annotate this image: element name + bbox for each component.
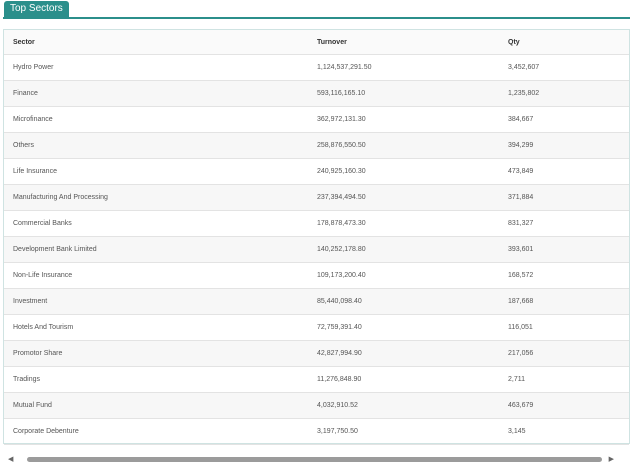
turnover-cell: 109,173,200.40 bbox=[308, 262, 499, 289]
table-row: Development Bank Limited 140,252,178.80 … bbox=[4, 236, 629, 263]
table-row: Microfinance 362,972,131.30 384,667 bbox=[4, 106, 629, 133]
qty-cell: 187,668 bbox=[499, 288, 629, 315]
table-row: Non-Life Insurance 109,173,200.40 168,57… bbox=[4, 262, 629, 289]
table-row: Commercial Banks 178,878,473.30 831,327 bbox=[4, 210, 629, 237]
qty-cell: 168,572 bbox=[499, 262, 629, 289]
sector-cell: Finance bbox=[4, 80, 308, 107]
turnover-cell: 3,197,750.50 bbox=[308, 418, 499, 445]
sector-cell: Microfinance bbox=[4, 106, 308, 133]
table-row: Corporate Debenture 3,197,750.50 3,145 bbox=[4, 418, 629, 445]
table-row: Investment 85,440,098.40 187,668 bbox=[4, 288, 629, 315]
tab-top-sectors[interactable]: Top Sectors bbox=[4, 1, 69, 17]
turnover-cell: 11,276,848.90 bbox=[308, 366, 499, 393]
turnover-cell: 140,252,178.80 bbox=[308, 236, 499, 263]
qty-cell: 371,884 bbox=[499, 184, 629, 211]
table-row: Mutual Fund 4,032,910.52 463,679 bbox=[4, 392, 629, 419]
turnover-cell: 178,878,473.30 bbox=[308, 210, 499, 237]
table-row: Hotels And Tourism 72,759,391.40 116,051 bbox=[4, 314, 629, 341]
turnover-cell: 258,876,550.50 bbox=[308, 132, 499, 159]
table-header-row: Sector Turnover Qty bbox=[4, 30, 629, 55]
sector-cell: Hydro Power bbox=[4, 54, 308, 81]
column-header-turnover[interactable]: Turnover bbox=[308, 30, 499, 55]
qty-cell: 3,452,607 bbox=[499, 54, 629, 81]
qty-cell: 1,235,802 bbox=[499, 80, 629, 107]
table-row: Others 258,876,550.50 394,299 bbox=[4, 132, 629, 159]
table-row: Life Insurance 240,925,160.30 473,849 bbox=[4, 158, 629, 185]
sector-cell: Investment bbox=[4, 288, 308, 315]
qty-cell: 394,299 bbox=[499, 132, 629, 159]
column-header-qty[interactable]: Qty bbox=[499, 30, 629, 55]
table-row: Manufacturing And Processing 237,394,494… bbox=[4, 184, 629, 211]
turnover-cell: 593,116,165.10 bbox=[308, 80, 499, 107]
turnover-cell: 1,124,537,291.50 bbox=[308, 54, 499, 81]
sectors-table: Sector Turnover Qty Hydro Power 1,124,53… bbox=[4, 30, 629, 445]
qty-cell: 384,667 bbox=[499, 106, 629, 133]
table-row: Tradings 11,276,848.90 2,711 bbox=[4, 366, 629, 393]
sector-cell: Corporate Debenture bbox=[4, 418, 308, 445]
column-header-sector[interactable]: Sector bbox=[4, 30, 308, 55]
qty-cell: 2,711 bbox=[499, 366, 629, 393]
sector-cell: Tradings bbox=[4, 366, 308, 393]
qty-cell: 3,145 bbox=[499, 418, 629, 445]
top-sectors-panel: Sector Turnover Qty Hydro Power 1,124,53… bbox=[3, 29, 630, 445]
qty-cell: 116,051 bbox=[499, 314, 629, 341]
sector-cell: Development Bank Limited bbox=[4, 236, 308, 263]
sector-cell: Others bbox=[4, 132, 308, 159]
tab-bar: Top Sectors bbox=[3, 0, 630, 19]
scrollbar-thumb[interactable] bbox=[27, 457, 602, 462]
qty-cell: 831,327 bbox=[499, 210, 629, 237]
sector-cell: Manufacturing And Processing bbox=[4, 184, 308, 211]
table-row: Promotor Share 42,827,994.90 217,056 bbox=[4, 340, 629, 367]
table-row: Hydro Power 1,124,537,291.50 3,452,607 bbox=[4, 54, 629, 81]
horizontal-scrollbar[interactable]: ◀ ▶ bbox=[3, 454, 628, 463]
turnover-cell: 362,972,131.30 bbox=[308, 106, 499, 133]
turnover-cell: 237,394,494.50 bbox=[308, 184, 499, 211]
table-row: Finance 593,116,165.10 1,235,802 bbox=[4, 80, 629, 107]
turnover-cell: 240,925,160.30 bbox=[308, 158, 499, 185]
sector-cell: Non-Life Insurance bbox=[4, 262, 308, 289]
sector-cell: Mutual Fund bbox=[4, 392, 308, 419]
qty-cell: 217,056 bbox=[499, 340, 629, 367]
sector-cell: Life Insurance bbox=[4, 158, 308, 185]
qty-cell: 393,601 bbox=[499, 236, 629, 263]
turnover-cell: 4,032,910.52 bbox=[308, 392, 499, 419]
qty-cell: 473,849 bbox=[499, 158, 629, 185]
turnover-cell: 85,440,098.40 bbox=[308, 288, 499, 315]
qty-cell: 463,679 bbox=[499, 392, 629, 419]
sector-cell: Hotels And Tourism bbox=[4, 314, 308, 341]
sector-cell: Promotor Share bbox=[4, 340, 308, 367]
sector-cell: Commercial Banks bbox=[4, 210, 308, 237]
turnover-cell: 42,827,994.90 bbox=[308, 340, 499, 367]
turnover-cell: 72,759,391.40 bbox=[308, 314, 499, 341]
